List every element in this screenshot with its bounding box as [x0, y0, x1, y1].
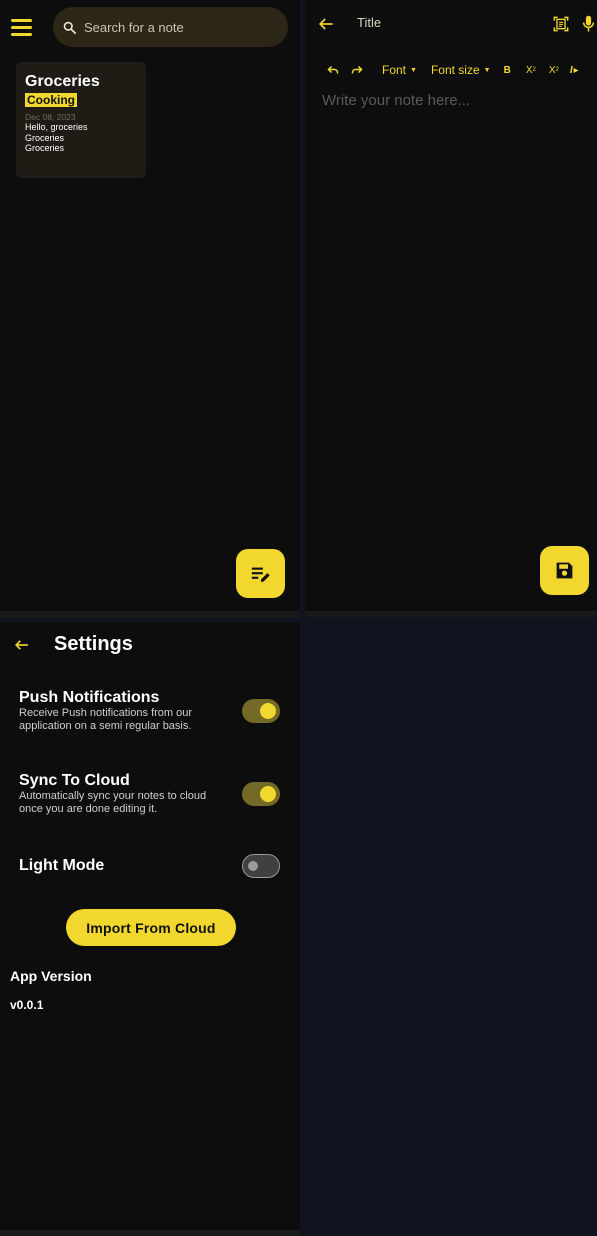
chevron-down-icon: ▼	[483, 66, 491, 74]
setting-sync-to-cloud: Sync To Cloud Automatically sync your no…	[19, 771, 284, 816]
chevron-down-icon: ▼	[410, 66, 417, 74]
save-icon	[556, 562, 573, 579]
undo-button[interactable]	[327, 65, 339, 75]
setting-description: Automatically sync your notes to cloud o…	[19, 790, 207, 815]
note-body-editor[interactable]	[322, 92, 587, 532]
setting-description: Receive Push notifications from our appl…	[19, 707, 193, 732]
microphone-icon[interactable]	[582, 15, 595, 33]
page-title: Settings	[54, 633, 133, 655]
font-size-dropdown[interactable]: Font size ▼	[431, 63, 491, 77]
note-card[interactable]: Groceries Cooking Dec 08, 2023 Hello, gr…	[16, 62, 146, 178]
setting-light-mode: Light Mode	[19, 854, 284, 878]
new-note-button[interactable]	[236, 549, 285, 598]
undo-icon	[327, 65, 339, 74]
note-title: Groceries	[25, 73, 100, 90]
redo-icon	[351, 65, 363, 74]
app-version-value: v0.0.1	[10, 998, 44, 1012]
font-dropdown[interactable]: Font ▼	[382, 63, 417, 77]
italic-button[interactable]: I ▶	[570, 65, 578, 76]
subscript-label: X	[525, 64, 533, 76]
note-tag: Cooking	[25, 93, 77, 107]
note-preview-line: Hello, groceries	[25, 122, 88, 132]
note-date: Dec 08, 2023	[25, 112, 76, 122]
formatting-toolbar: Font ▼ Font size ▼ B X2 X2 I ▶	[327, 61, 597, 79]
note-editor-screen: Font▼ Font size▼ B X2 X2 I▶	[305, 0, 597, 617]
font-size-dropdown-label: Font size	[430, 63, 480, 77]
light-mode-toggle[interactable]	[242, 854, 280, 878]
system-nav-bar	[305, 611, 597, 617]
settings-screen: Settings Push Notifications Receive Push…	[0, 622, 300, 1236]
toggle-knob	[248, 861, 258, 871]
setting-push-notifications: Push Notifications Receive Push notifica…	[19, 688, 284, 733]
redo-button[interactable]	[351, 65, 363, 75]
search-icon	[63, 21, 76, 34]
system-nav-bar	[0, 611, 300, 617]
search-input[interactable]	[84, 19, 264, 35]
subscript-button[interactable]: X2	[526, 65, 536, 76]
bold-button[interactable]: B	[504, 65, 511, 76]
italic-label: I	[569, 64, 573, 76]
font-dropdown-label: Font	[382, 63, 407, 77]
note-preview-line: Groceries	[25, 143, 65, 153]
toggle-knob	[260, 703, 276, 719]
back-arrow-icon[interactable]	[12, 635, 32, 655]
search-bar[interactable]	[53, 7, 288, 47]
note-preview-line: Groceries	[25, 132, 65, 143]
notes-list-screen: Groceries Cooking Dec 08, 2023 Hello, gr…	[0, 0, 300, 617]
sync-to-cloud-toggle[interactable]	[242, 782, 280, 806]
save-button[interactable]	[540, 546, 589, 595]
system-nav-bar	[0, 1230, 300, 1236]
app-version-label: App Version	[10, 968, 92, 984]
superscript-label: X	[548, 64, 556, 76]
superscript-button[interactable]: X2	[549, 65, 559, 76]
title-input[interactable]	[357, 15, 537, 30]
edit-note-icon	[251, 567, 270, 582]
toggle-knob	[260, 786, 276, 802]
import-from-cloud-button[interactable]: Import From Cloud	[66, 909, 236, 946]
back-arrow-icon[interactable]	[316, 14, 336, 34]
document-scanner-icon[interactable]	[553, 16, 569, 32]
push-notifications-toggle[interactable]	[242, 699, 280, 723]
hamburger-menu-icon[interactable]	[11, 19, 32, 36]
